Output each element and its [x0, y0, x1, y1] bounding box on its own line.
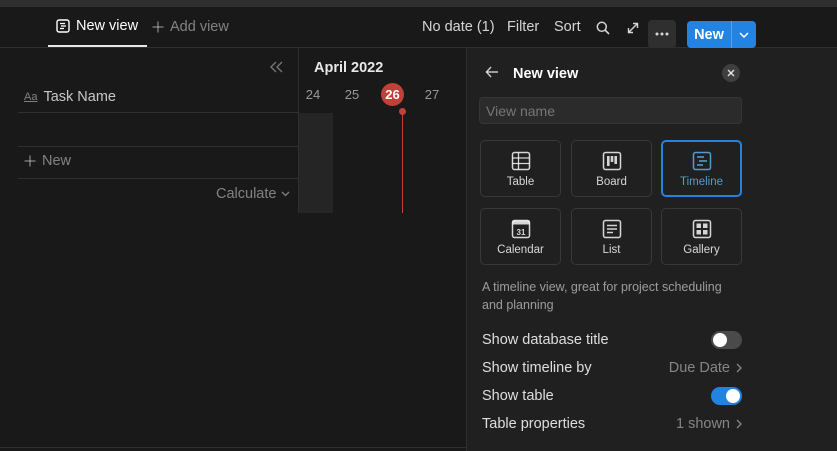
view-name-input[interactable] [479, 97, 742, 124]
expand-button[interactable] [625, 20, 641, 36]
setting-label: Show timeline by [482, 360, 592, 376]
new-dropdown-button[interactable] [731, 21, 756, 48]
calculate-button[interactable]: Calculate [216, 186, 290, 202]
search-button[interactable] [595, 20, 611, 36]
table-row-divider [18, 146, 299, 147]
tab-new-view[interactable]: New view [48, 7, 147, 47]
layout-option-board[interactable]: Board [571, 140, 652, 197]
new-row-label: New [42, 153, 72, 169]
text-property-icon: Aa [24, 91, 38, 103]
search-icon [596, 21, 610, 35]
chevron-right-icon [736, 419, 742, 429]
show-table-toggle[interactable] [711, 387, 742, 405]
list-icon [602, 219, 621, 239]
layout-label: Timeline [679, 176, 724, 188]
setting-value: 1 shown [676, 416, 742, 432]
timeline-day: 25 [344, 87, 360, 102]
plus-icon [24, 155, 36, 167]
no-date-button[interactable]: No date (1) [422, 7, 495, 47]
more-options-button[interactable] [648, 20, 676, 48]
setting-show-table[interactable]: Show table [482, 386, 742, 406]
setting-label: Table properties [482, 416, 586, 432]
layout-description: A timeline view, great for project sched… [482, 280, 722, 312]
calculate-label: Calculate [216, 186, 277, 202]
board-icon [602, 151, 621, 171]
new-button[interactable]: New [687, 21, 731, 48]
toggle-knob [726, 389, 740, 403]
table-properties-value: 1 shown [675, 416, 730, 432]
table-footer-divider [18, 178, 299, 179]
tab-new-view-label: New view [76, 18, 139, 34]
layout-label: List [602, 244, 621, 256]
filter-button[interactable]: Filter [507, 7, 539, 47]
view-header: New view Add view No date (1) Filter Sor… [0, 7, 837, 48]
new-row-button[interactable]: New [24, 153, 71, 169]
double-chevron-left-icon [270, 61, 283, 73]
table-icon [511, 151, 530, 171]
layout-option-calendar[interactable]: 31 Calendar [480, 208, 561, 265]
layout-label: Gallery [683, 244, 720, 256]
setting-label: Show table [482, 388, 554, 404]
chevron-right-icon [736, 363, 742, 373]
new-button-group: New [687, 21, 756, 48]
layout-label: Calendar [497, 244, 544, 256]
setting-show-database-title[interactable]: Show database title [482, 330, 742, 350]
close-icon [727, 69, 735, 77]
today-marker-line [402, 110, 403, 213]
weekend-shading [299, 113, 333, 213]
view-settings-panel: New view Table Board T [466, 48, 837, 451]
collapse-table-button[interactable] [270, 60, 284, 78]
close-panel-button[interactable] [722, 64, 740, 82]
table-header-divider [18, 112, 299, 113]
sort-button[interactable]: Sort [554, 7, 581, 47]
today-badge: 26 [381, 83, 404, 106]
window-top-strip [0, 0, 837, 7]
gallery-icon [692, 219, 711, 239]
task-name-column-header[interactable]: Aa Task Name [24, 88, 116, 106]
timeline-view-icon [56, 19, 70, 33]
setting-label: Show database title [482, 332, 609, 348]
layout-label: Table [506, 176, 535, 188]
layout-option-gallery[interactable]: Gallery [661, 208, 742, 265]
timeline-icon [692, 151, 711, 171]
toggle-knob [713, 333, 727, 347]
bottom-divider [0, 447, 466, 448]
layout-label: Board [596, 176, 627, 188]
expand-icon [627, 22, 639, 34]
panel-title: New view [513, 66, 579, 82]
chevron-down-icon [739, 31, 749, 38]
task-name-label: Task Name [43, 89, 116, 105]
layout-option-table[interactable]: Table [480, 140, 561, 197]
timeline-day: 24 [305, 87, 321, 102]
today-marker-dot [399, 108, 406, 115]
more-icon [655, 32, 669, 36]
show-database-title-toggle[interactable] [711, 331, 742, 349]
timeline-day: 27 [424, 87, 440, 102]
arrow-left-icon [485, 66, 498, 78]
add-view-button[interactable]: Add view [152, 7, 229, 47]
calendar-icon: 31 [511, 219, 530, 239]
layout-option-timeline[interactable]: Timeline [661, 140, 742, 197]
timeline-month: April 2022 [314, 60, 384, 76]
plus-icon [152, 21, 164, 33]
setting-table-properties[interactable]: Table properties 1 shown [482, 414, 742, 434]
layout-option-list[interactable]: List [571, 208, 652, 265]
setting-show-timeline-by[interactable]: Show timeline by Due Date [482, 358, 742, 378]
back-button[interactable] [485, 65, 499, 83]
calendar-glyph: 31 [516, 228, 525, 237]
chevron-down-icon [281, 191, 290, 197]
add-view-label: Add view [170, 19, 229, 35]
setting-value: Due Date [669, 360, 742, 376]
show-timeline-by-value: Due Date [668, 360, 730, 376]
